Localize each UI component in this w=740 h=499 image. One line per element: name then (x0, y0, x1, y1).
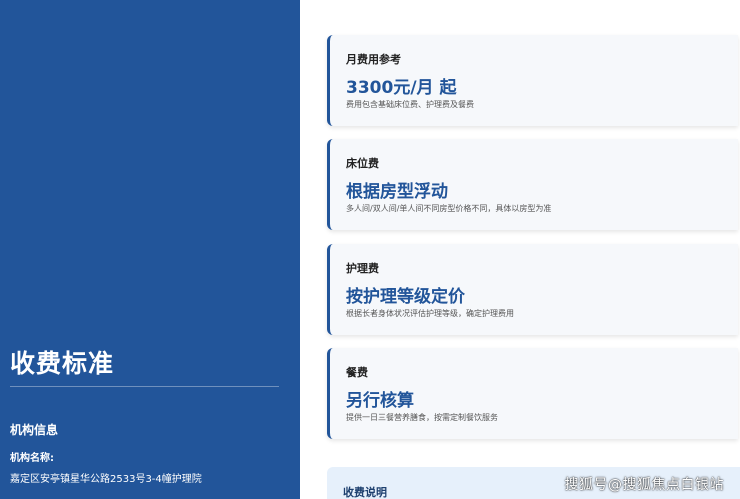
watermark: 搜狐号@搜狐焦点白银站 (564, 477, 724, 493)
fee-card-value: 根据房型浮动 (346, 182, 448, 202)
fee-card-description: 根据长者身体状况评估护理等级，确定护理费用 (346, 309, 514, 318)
fee-card-description: 多人间/双人间/单人间不同房型价格不同，具体以房型为准 (346, 204, 552, 213)
fee-card-label: 护理费 (346, 262, 379, 275)
fee-card-description: 提供一日三餐营养膳食，按需定制餐饮服务 (346, 413, 498, 422)
fee-card-bed: 床位费 根据房型浮动 多人间/双人间/单人间不同房型价格不同，具体以房型为准 (327, 139, 738, 230)
institution-name-label: 机构名称: (10, 453, 54, 464)
institution-info-heading: 机构信息 (10, 423, 59, 437)
content-panel: 月费用参考 3300元/月 起 费用包含基础床位费、护理费及餐费 床位费 根据房… (300, 0, 740, 499)
fee-card-nursing: 护理费 按护理等级定价 根据长者身体状况评估护理等级，确定护理费用 (327, 244, 738, 335)
fee-card-value: 3300元/月 起 (346, 78, 457, 98)
fee-card-label: 床位费 (346, 157, 379, 170)
fee-note-title: 收费说明 (343, 486, 387, 499)
institution-address: 嘉定区安亭镇星华公路2533号3-4幢护理院 (10, 474, 202, 485)
fee-card-description: 费用包含基础床位费、护理费及餐费 (346, 100, 474, 109)
fee-card-value: 按护理等级定价 (346, 287, 465, 307)
fee-card-monthly: 月费用参考 3300元/月 起 费用包含基础床位费、护理费及餐费 (327, 35, 738, 126)
fee-card-label: 月费用参考 (346, 53, 401, 66)
page-title: 收费标准 (10, 349, 115, 378)
page: 收费标准 机构信息 机构名称: 嘉定区安亭镇星华公路2533号3-4幢护理院 月… (0, 0, 740, 499)
fee-card-meal: 餐费 另行核算 提供一日三餐营养膳食，按需定制餐饮服务 (327, 348, 738, 439)
sidebar-divider (10, 386, 279, 387)
sidebar-panel: 收费标准 机构信息 机构名称: 嘉定区安亭镇星华公路2533号3-4幢护理院 (0, 0, 300, 499)
fee-card-label: 餐费 (346, 366, 368, 379)
fee-card-value: 另行核算 (346, 391, 414, 411)
